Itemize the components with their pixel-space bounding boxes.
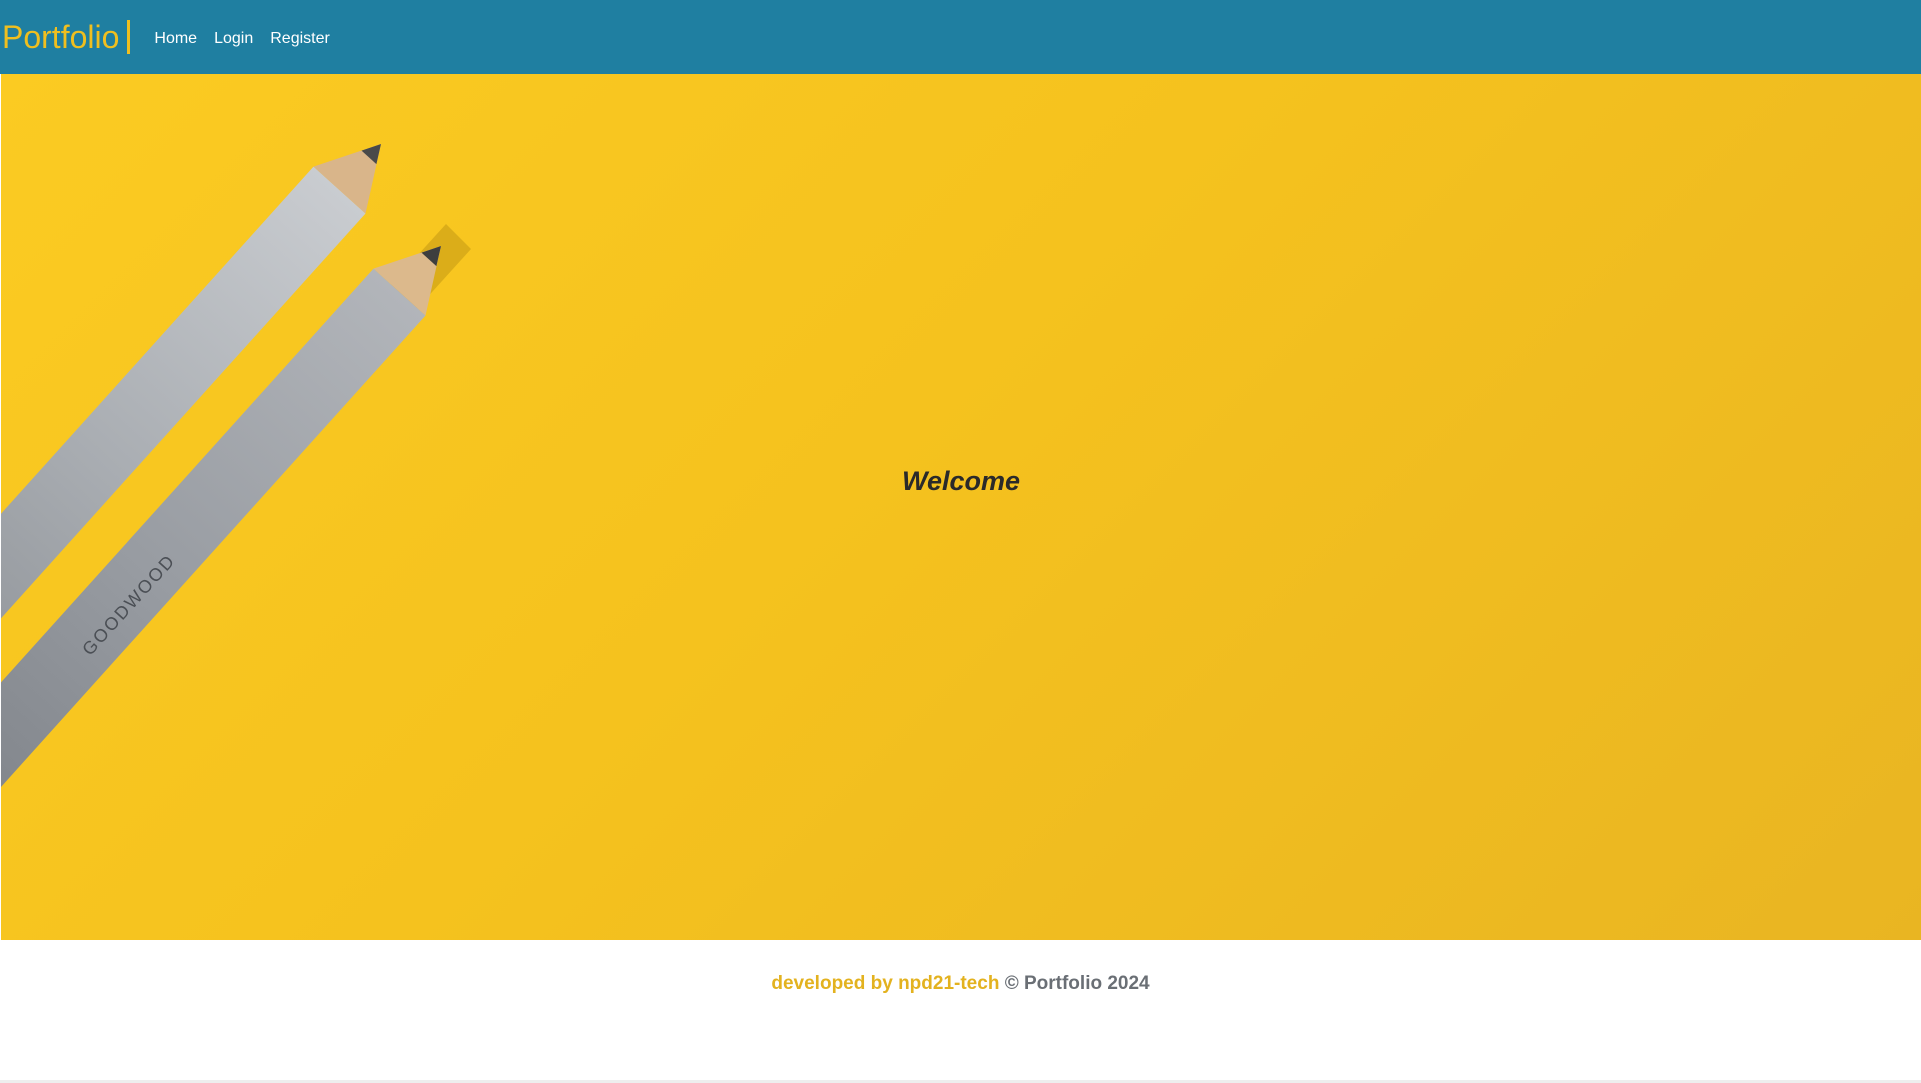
- pencils-image: GOODWOOD: [1, 144, 471, 794]
- nav-link-login[interactable]: Login: [214, 30, 253, 48]
- footer-developer-credit: developed by npd21-tech: [771, 973, 1000, 994]
- welcome-heading: Welcome: [901, 466, 1021, 496]
- footer: developed by npd21-tech © Portfolio 2024: [0, 940, 1921, 1083]
- footer-text: developed by npd21-tech © Portfolio 2024: [0, 973, 1921, 995]
- page: Portfolio Home Login Register GOODWOOD W…: [0, 0, 1921, 1083]
- brand-text: Portfolio: [2, 19, 120, 55]
- brand-logo-link[interactable]: Portfolio: [2, 19, 131, 55]
- footer-copyright: © Portfolio 2024: [1004, 973, 1150, 994]
- nav-link-register[interactable]: Register: [270, 30, 330, 48]
- nav-link-home[interactable]: Home: [154, 30, 197, 48]
- brand-divider: [127, 20, 131, 54]
- top-navbar: Portfolio Home Login Register: [0, 0, 1921, 74]
- hero-banner: GOODWOOD Welcome: [1, 74, 1921, 940]
- nav-links: Home Login Register: [154, 30, 346, 48]
